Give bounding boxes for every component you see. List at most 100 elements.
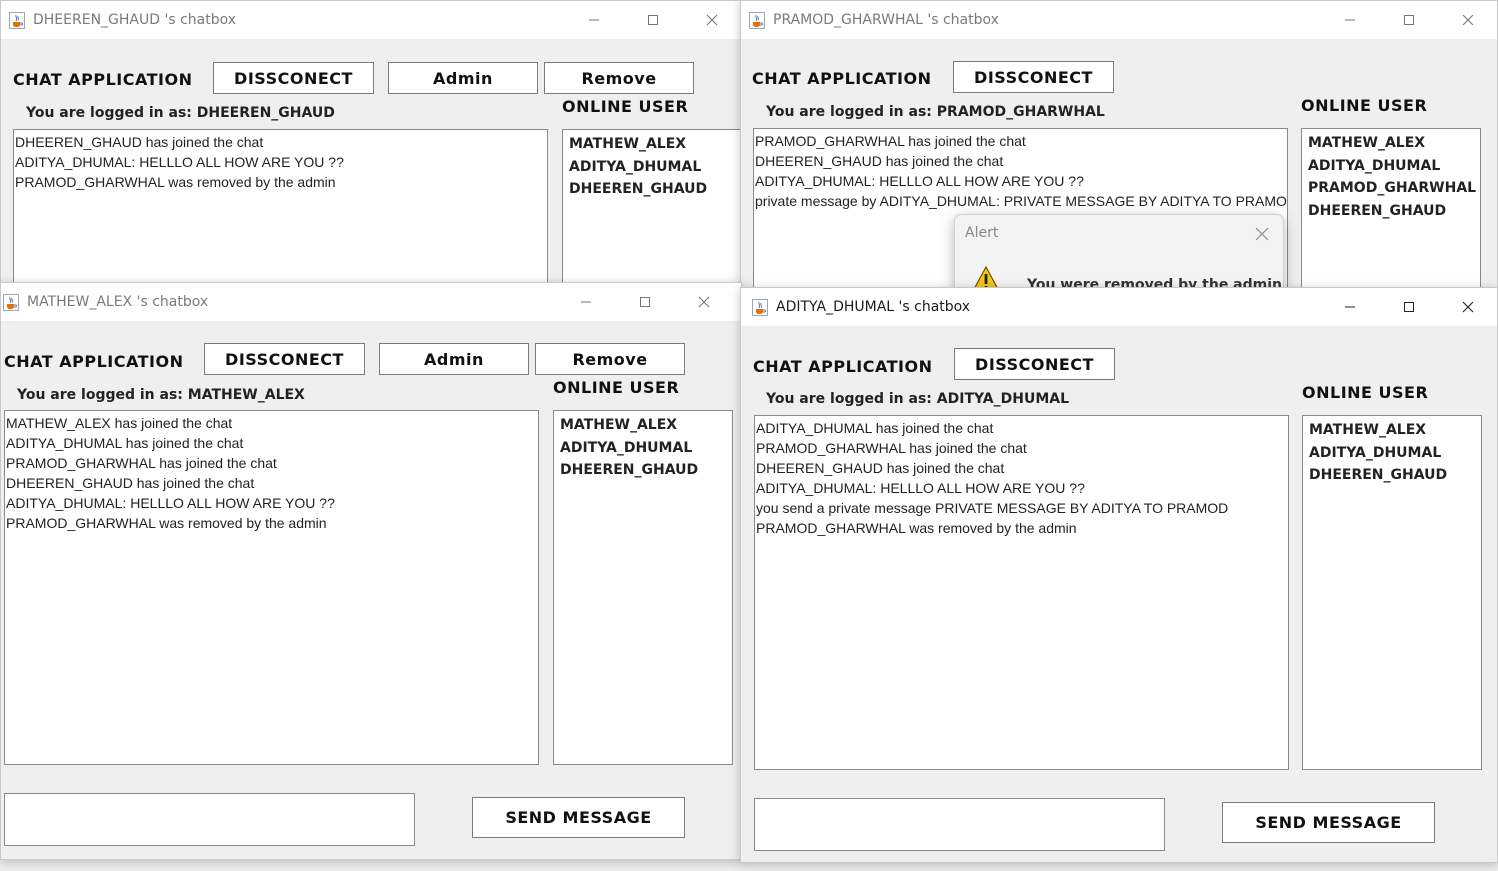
- online-user-heading: ONLINE USER: [1301, 96, 1428, 115]
- message-line: PRAMOD_GHARWHAL has joined the chat: [756, 440, 1027, 456]
- online-user-heading: ONLINE USER: [1302, 383, 1429, 402]
- message-line: DHEEREN_GHAUD has joined the chat: [6, 475, 255, 491]
- online-user-item[interactable]: ADITYA_DHUMAL: [1308, 155, 1474, 178]
- remove-button[interactable]: Remove: [535, 343, 685, 375]
- aditya-chatbox-window: ADITYA_DHUMAL 's chatbox CHAT APPLICATIO…: [740, 287, 1498, 863]
- alert-dialog[interactable]: Alert You were removed by the admin: [954, 214, 1284, 291]
- java-cup-icon: [3, 293, 19, 311]
- online-user-item[interactable]: ADITYA_DHUMAL: [1309, 442, 1475, 465]
- online-user-item[interactable]: MATHEW_ALEX: [560, 414, 726, 437]
- minimize-button[interactable]: [1320, 288, 1379, 326]
- title-bar[interactable]: PRAMOD_GHARWHAL 's chatbox: [741, 1, 1497, 39]
- java-cup-icon: [749, 11, 765, 29]
- online-user-item[interactable]: PRAMOD_GHARWHAL: [1308, 177, 1476, 200]
- close-button[interactable]: [1438, 288, 1497, 326]
- send-message-button[interactable]: SEND MESSAGE: [1222, 802, 1435, 843]
- admin-button[interactable]: Admin: [379, 343, 529, 375]
- minimize-button[interactable]: [564, 1, 623, 39]
- minimize-icon: [1344, 19, 1355, 21]
- close-button[interactable]: [1438, 1, 1497, 39]
- message-line: PRAMOD_GHARWHAL was removed by the admin: [756, 520, 1077, 536]
- message-line: you send a private message PRIVATE MESSA…: [756, 500, 1229, 516]
- message-line: DHEEREN_GHAUD has joined the chat: [15, 134, 264, 150]
- send-message-button[interactable]: SEND MESSAGE: [472, 797, 685, 838]
- alert-title: Alert: [965, 225, 999, 241]
- window-title: DHEEREN_GHAUD 's chatbox: [33, 12, 237, 28]
- maximize-button[interactable]: [615, 283, 674, 321]
- app-title: CHAT APPLICATION: [753, 357, 933, 376]
- close-icon: [1462, 301, 1473, 313]
- close-button[interactable]: [674, 283, 733, 321]
- mathew-chatbox-window: MATHEW_ALEX 's chatbox CHAT APPLICATION …: [0, 282, 742, 860]
- disconnect-button[interactable]: DISSCONECT: [213, 62, 374, 94]
- maximize-icon: [1403, 302, 1414, 312]
- minimize-icon: [1344, 306, 1355, 308]
- remove-button[interactable]: Remove: [544, 62, 694, 94]
- online-user-list[interactable]: MATHEW_ALEX ADITYA_DHUMAL DHEEREN_GHAUD: [1302, 415, 1482, 770]
- online-user-heading: ONLINE USER: [553, 378, 680, 397]
- message-line: ADITYA_DHUMAL: HELLLO ALL HOW ARE YOU ??: [755, 173, 1084, 189]
- message-line: ADITYA_DHUMAL: HELLLO ALL HOW ARE YOU ??: [15, 154, 344, 170]
- title-bar[interactable]: DHEEREN_GHAUD 's chatbox: [1, 1, 741, 39]
- window-title: MATHEW_ALEX 's chatbox: [27, 294, 209, 310]
- message-line: DHEEREN_GHAUD has joined the chat: [756, 460, 1005, 476]
- pramod-chatbox-window: PRAMOD_GHARWHAL 's chatbox CHAT APPLICAT…: [740, 0, 1498, 292]
- online-user-item[interactable]: MATHEW_ALEX: [1308, 132, 1474, 155]
- message-input[interactable]: [754, 798, 1165, 851]
- minimize-button[interactable]: [1320, 1, 1379, 39]
- maximize-button[interactable]: [1379, 288, 1438, 326]
- online-user-item[interactable]: MATHEW_ALEX: [1309, 419, 1475, 442]
- close-button[interactable]: [682, 1, 741, 39]
- maximize-icon: [647, 15, 658, 25]
- online-user-item[interactable]: DHEEREN_GHAUD: [1308, 200, 1474, 223]
- message-input[interactable]: [4, 793, 415, 846]
- message-line: private message by ADITYA_DHUMAL: PRIVAT…: [755, 193, 1288, 209]
- title-bar[interactable]: MATHEW_ALEX 's chatbox: [1, 283, 741, 321]
- message-line: DHEEREN_GHAUD has joined the chat: [755, 153, 1004, 169]
- admin-button[interactable]: Admin: [388, 62, 538, 94]
- close-icon: [1462, 14, 1473, 26]
- chat-messages-area[interactable]: ADITYA_DHUMAL has joined the chat PRAMOD…: [754, 415, 1289, 770]
- minimize-icon: [580, 301, 591, 303]
- maximize-button[interactable]: [623, 1, 682, 39]
- online-user-item[interactable]: ADITYA_DHUMAL: [569, 156, 741, 179]
- alert-close-button[interactable]: [1255, 226, 1269, 245]
- online-user-list[interactable]: MATHEW_ALEX ADITYA_DHUMAL DHEEREN_GHAUD: [562, 129, 741, 289]
- message-line: PRAMOD_GHARWHAL has joined the chat: [6, 455, 277, 471]
- maximize-button[interactable]: [1379, 1, 1438, 39]
- title-bar[interactable]: ADITYA_DHUMAL 's chatbox: [741, 288, 1497, 326]
- minimize-icon: [588, 19, 599, 21]
- close-icon: [1255, 227, 1269, 241]
- app-title: CHAT APPLICATION: [4, 352, 184, 371]
- online-user-list[interactable]: MATHEW_ALEX ADITYA_DHUMAL DHEEREN_GHAUD: [553, 410, 733, 765]
- online-user-heading: ONLINE USER: [562, 97, 689, 116]
- message-line: PRAMOD_GHARWHAL was removed by the admin: [6, 515, 327, 531]
- java-cup-icon: [752, 298, 768, 316]
- online-user-item[interactable]: DHEEREN_GHAUD: [560, 459, 726, 482]
- online-user-item[interactable]: DHEEREN_GHAUD: [1309, 464, 1475, 487]
- logged-in-label: You are logged in as: PRAMOD_GHARWHAL: [766, 104, 1105, 120]
- online-user-item[interactable]: ADITYA_DHUMAL: [560, 437, 726, 460]
- dheeren-chatbox-window: DHEEREN_GHAUD 's chatbox CHAT APPLICATIO…: [0, 0, 742, 290]
- online-user-list[interactable]: MATHEW_ALEX ADITYA_DHUMAL PRAMOD_GHARWHA…: [1301, 128, 1481, 291]
- online-user-item[interactable]: DHEEREN_GHAUD: [569, 178, 741, 201]
- logged-in-label: You are logged in as: DHEEREN_GHAUD: [26, 105, 335, 121]
- disconnect-button[interactable]: DISSCONECT: [953, 61, 1114, 93]
- logged-in-label: You are logged in as: ADITYA_DHUMAL: [766, 391, 1070, 407]
- disconnect-button[interactable]: DISSCONECT: [954, 348, 1115, 380]
- disconnect-button[interactable]: DISSCONECT: [204, 343, 365, 375]
- message-line: ADITYA_DHUMAL: HELLLO ALL HOW ARE YOU ??: [756, 480, 1085, 496]
- message-line: ADITYA_DHUMAL has joined the chat: [756, 420, 994, 436]
- maximize-icon: [1403, 15, 1414, 25]
- minimize-button[interactable]: [556, 283, 615, 321]
- online-user-item[interactable]: MATHEW_ALEX: [569, 133, 741, 156]
- app-title: CHAT APPLICATION: [13, 70, 193, 89]
- close-icon: [698, 296, 709, 308]
- message-line: PRAMOD_GHARWHAL was removed by the admin: [15, 174, 336, 190]
- message-line: ADITYA_DHUMAL: HELLLO ALL HOW ARE YOU ??: [6, 495, 335, 511]
- chat-messages-area[interactable]: MATHEW_ALEX has joined the chat ADITYA_D…: [4, 410, 539, 765]
- maximize-icon: [639, 297, 650, 307]
- message-line: PRAMOD_GHARWHAL has joined the chat: [755, 133, 1026, 149]
- chat-messages-area[interactable]: DHEEREN_GHAUD has joined the chat ADITYA…: [13, 129, 548, 289]
- app-title: CHAT APPLICATION: [752, 69, 932, 88]
